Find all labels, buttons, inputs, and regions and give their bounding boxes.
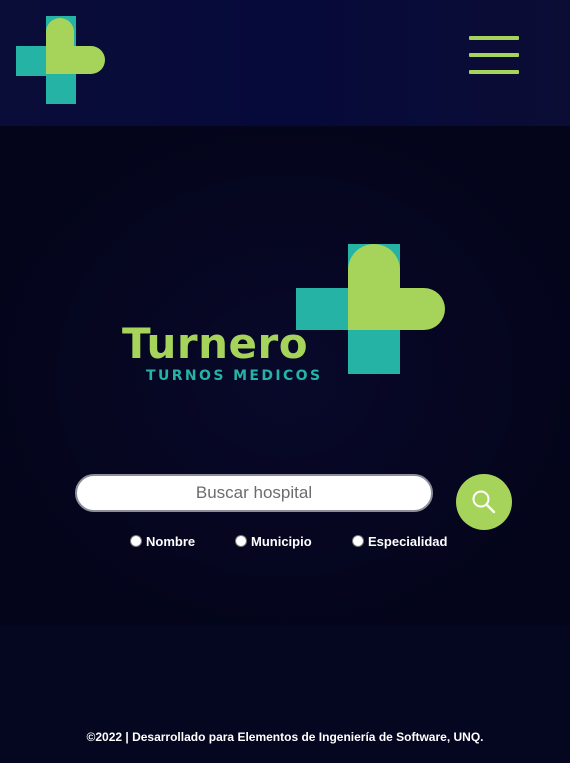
hamburger-menu-icon[interactable] <box>467 36 521 78</box>
radio-municipio[interactable] <box>235 535 247 547</box>
filter-especialidad[interactable]: Especialidad <box>352 531 447 551</box>
filter-nombre[interactable]: Nombre <box>130 531 195 551</box>
filter-municipio[interactable]: Municipio <box>235 531 312 551</box>
medical-cross-heart-icon <box>16 16 105 104</box>
filter-label: Especialidad <box>368 533 448 549</box>
navbar <box>0 0 570 126</box>
brand-tagline: TURNOS MEDICOS <box>146 368 323 384</box>
nav-logo[interactable] <box>16 16 106 106</box>
radio-nombre[interactable] <box>130 535 142 547</box>
footer-text: ©2022 | Desarrollado para Elementos de I… <box>86 730 484 744</box>
menu-bar <box>469 70 519 74</box>
filter-label: Municipio <box>251 533 312 549</box>
search-input[interactable] <box>75 474 433 512</box>
search-icon <box>472 490 496 514</box>
menu-bar <box>469 36 519 40</box>
menu-bar <box>469 53 519 57</box>
brand-name: Turnero <box>122 319 309 368</box>
filter-label: Nombre <box>146 533 196 549</box>
search-button[interactable] <box>456 474 512 530</box>
search-filters: Nombre Municipio Especialidad <box>0 531 570 551</box>
radio-especialidad[interactable] <box>352 535 364 547</box>
